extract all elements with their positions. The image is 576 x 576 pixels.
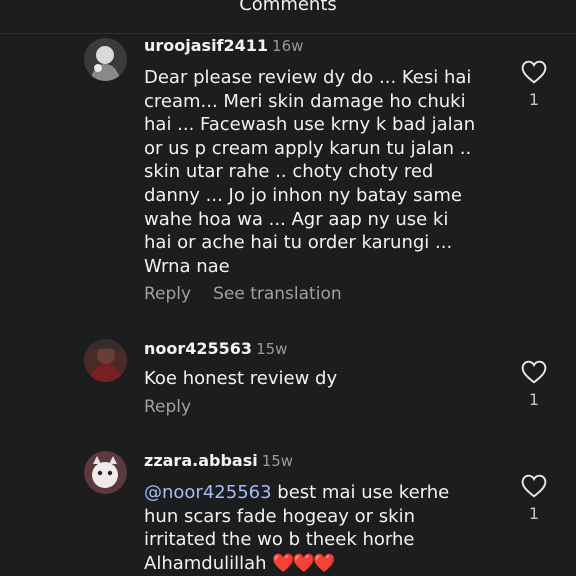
comment-time: 16w [272,37,304,55]
mention-link[interactable]: @noor425563 [144,482,272,503]
comment-time: 15w [256,340,288,358]
avatar[interactable] [84,339,127,382]
heart-outline-icon [521,60,547,84]
comment-username[interactable]: zzara.abbasi 15w [144,451,293,470]
avatar[interactable] [84,451,127,494]
comment-text: @noor425563 best mai use kerhe hun scars… [144,482,450,574]
comment-time: 15w [261,452,294,470]
heart-emoji: ❤️❤️❤️ [272,552,335,574]
heart-outline-icon [521,360,547,384]
comment-actions: Reply [144,397,191,417]
avatar[interactable] [84,38,127,81]
comment-text: Dear please review dy do ... Kesi hai cr… [144,67,476,277]
like-count: 1 [528,390,540,409]
comments-header: Comments [0,0,576,34]
comment-actions: Reply See translation [144,284,342,304]
heart-outline-icon [521,474,547,498]
page-title: Comments [239,0,337,15]
comment-username[interactable]: noor425563 15w [144,339,287,358]
reply-button[interactable]: Reply [144,284,191,304]
like-count: 1 [528,504,540,523]
like-button[interactable]: 1 [520,60,548,109]
like-count: 1 [528,90,540,109]
like-button[interactable]: 1 [520,474,548,523]
like-button[interactable]: 1 [520,360,548,409]
reply-button[interactable]: Reply [144,397,191,417]
comment-username[interactable]: uroojasif2411 16w [144,36,303,55]
see-translation-button[interactable]: See translation [213,284,342,304]
comment-text: Koe honest review dy [144,368,338,389]
